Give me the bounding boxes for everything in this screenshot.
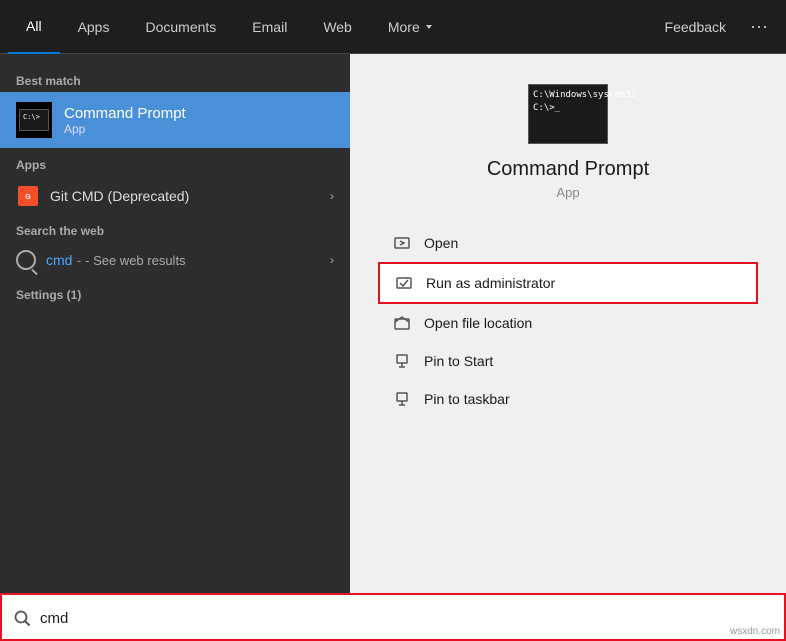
action-pin-to-taskbar-label: Pin to taskbar [424, 391, 510, 407]
tab-apps[interactable]: Apps [60, 0, 128, 54]
open-icon [392, 233, 412, 253]
search-input[interactable] [40, 610, 774, 627]
action-open-file-location-label: Open file location [424, 315, 532, 331]
action-pin-to-taskbar[interactable]: Pin to taskbar [378, 380, 758, 418]
cmd-preview-title: Command Prompt [487, 158, 649, 181]
top-navigation: All Apps Documents Email Web More Feedba… [0, 0, 786, 54]
git-cmd-item[interactable]: G Git CMD (Deprecated) › [0, 176, 350, 216]
main-content: Best match Command Prompt App Apps G [0, 54, 786, 593]
git-logo-icon: G [21, 189, 35, 203]
web-search-icon [16, 250, 36, 270]
web-search-suffix: - See web results [85, 253, 185, 268]
left-panel: Best match Command Prompt App Apps G [0, 54, 350, 593]
git-icon: G [16, 184, 40, 208]
action-pin-to-start[interactable]: Pin to Start [378, 342, 758, 380]
best-match-text: Command Prompt App [64, 105, 334, 136]
cmd-icon-inner [19, 109, 49, 131]
cmd-app-icon [16, 102, 52, 138]
search-bar-icon [12, 608, 32, 628]
web-search-arrow: › [330, 253, 334, 267]
cmd-preview-icon: C:\Windows\system32C:\>_ [528, 84, 608, 144]
tab-all[interactable]: All [8, 0, 60, 54]
action-run-as-admin[interactable]: Run as administrator [378, 262, 758, 304]
context-actions: Open Run as administrator [378, 224, 758, 418]
action-open-label: Open [424, 235, 458, 251]
cmd-preview-subtitle: App [556, 185, 579, 200]
git-cmd-arrow: › [330, 189, 334, 203]
tab-email[interactable]: Email [234, 0, 305, 54]
tab-documents[interactable]: Documents [127, 0, 234, 54]
tab-more[interactable]: More [370, 0, 452, 54]
git-cmd-label: Git CMD (Deprecated) [50, 188, 189, 204]
right-panel: C:\Windows\system32C:\>_ Command Prompt … [350, 54, 786, 593]
best-match-item[interactable]: Command Prompt App [0, 92, 350, 148]
run-as-admin-icon [394, 273, 414, 293]
best-match-label: Best match [0, 66, 350, 92]
open-file-location-icon [392, 313, 412, 333]
action-open[interactable]: Open [378, 224, 758, 262]
chevron-down-icon [424, 22, 434, 32]
search-magnifier-icon [13, 609, 31, 627]
apps-section-label: Apps [0, 148, 350, 176]
web-search-cmd-item[interactable]: cmd - - See web results › [0, 242, 350, 278]
feedback-button[interactable]: Feedback [651, 0, 740, 54]
watermark: wsxdn.com [730, 626, 780, 637]
action-run-as-admin-label: Run as administrator [426, 275, 555, 291]
more-options-button[interactable]: ··· [740, 0, 778, 54]
web-search-query: cmd [46, 252, 72, 268]
best-match-subtitle: App [64, 122, 334, 136]
search-bar-wrapper [0, 593, 786, 641]
web-search-sep: - [76, 252, 81, 268]
best-match-title: Command Prompt [64, 105, 334, 122]
search-bar [0, 593, 786, 641]
svg-text:G: G [25, 194, 31, 201]
web-search-section-label: Search the web [0, 216, 350, 242]
pin-to-start-icon [392, 351, 412, 371]
action-open-file-location[interactable]: Open file location [378, 304, 758, 342]
settings-section-label: Settings (1) [0, 278, 350, 306]
pin-to-taskbar-icon [392, 389, 412, 409]
tab-web[interactable]: Web [305, 0, 370, 54]
cmd-preview-text-content: C:\Windows\system32C:\>_ [533, 89, 636, 114]
action-pin-to-start-label: Pin to Start [424, 353, 493, 369]
